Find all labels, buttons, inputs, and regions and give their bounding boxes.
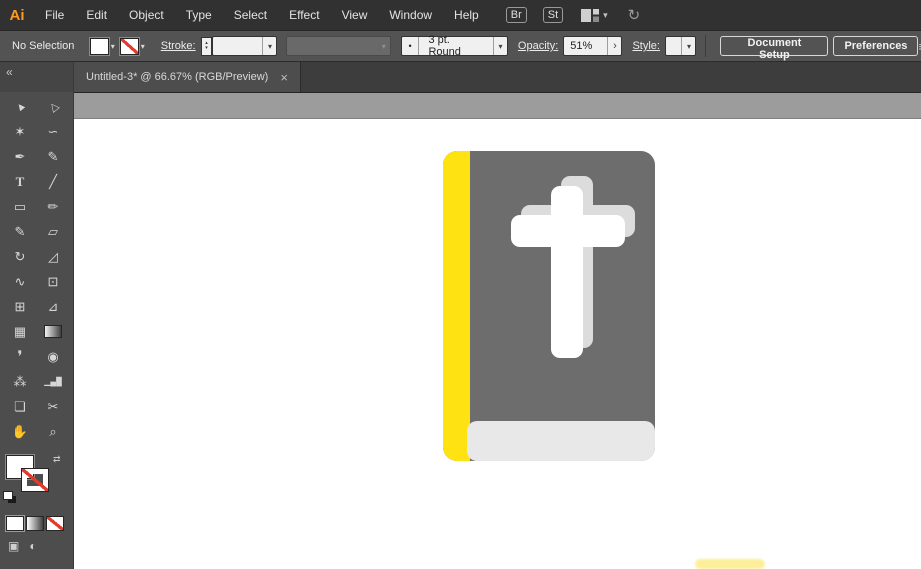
pen-tool[interactable]: ✒ [4, 144, 37, 169]
hand-tool[interactable]: ✋ [4, 419, 37, 444]
rotate-tool[interactable]: ↻ [4, 244, 37, 269]
separator [705, 35, 707, 57]
workspace-switcher[interactable]: ▾ [581, 8, 608, 22]
stroke-none-swatch-icon [120, 38, 138, 54]
brush-value: 3 pt. Round [428, 34, 461, 58]
screen-mode-button[interactable]: ◐ [29, 539, 36, 553]
default-fill-stroke-icon[interactable] [4, 492, 12, 499]
menu-bar: Ai File Edit Object Type Select Effect V… [0, 0, 921, 30]
fill-swatch-icon [90, 38, 108, 54]
paint-style-buttons [0, 517, 73, 530]
mesh-tool[interactable]: ▦ [4, 319, 37, 344]
gradient-tool[interactable] [37, 319, 70, 344]
selection-status: No Selection [12, 40, 75, 52]
menu-object[interactable]: Object [118, 0, 175, 30]
chevron-down-icon: ▾ [140, 41, 145, 51]
width-tool[interactable]: ∿ [4, 269, 37, 294]
line-segment-tool[interactable]: ╱ [37, 169, 70, 194]
document-setup-button[interactable]: Document Setup [720, 36, 829, 61]
menu-effect[interactable]: Effect [278, 0, 330, 30]
perspective-grid-tool[interactable]: ⊿ [37, 294, 70, 319]
cross-horizontal [511, 215, 625, 247]
bible-spine [443, 151, 470, 461]
partial-watermark [695, 559, 765, 569]
free-transform-tool[interactable]: ⊡ [37, 269, 70, 294]
bridge-button[interactable]: Br [505, 7, 527, 23]
paintbrush-tool[interactable]: ✏ [37, 194, 70, 219]
type-tool[interactable]: T [4, 169, 37, 194]
gradient-button[interactable] [27, 517, 43, 530]
style-panel-link[interactable]: Style: [632, 40, 660, 52]
chevron-down-icon: ▾ [381, 41, 386, 51]
stroke-weight-stepper[interactable]: ▴ ▾ [200, 36, 213, 56]
cc-sync-icon[interactable]: ↻ [628, 6, 641, 24]
opacity-panel-link[interactable]: Opacity: [518, 40, 558, 52]
none-button[interactable] [47, 517, 63, 530]
chevron-down-icon: ▾ [262, 37, 276, 55]
document-tab-title: Untitled-3* @ 66.67% (RGB/Preview) [86, 71, 269, 83]
close-tab-icon[interactable]: × [280, 70, 288, 85]
curvature-tool[interactable]: ✎ [37, 144, 70, 169]
zoom-tool[interactable]: ⌕ [37, 419, 70, 444]
color-button[interactable] [7, 517, 23, 530]
swap-fill-stroke-icon[interactable]: ⇄ [53, 454, 61, 465]
bible-artwork[interactable] [443, 151, 655, 461]
document-tab-bar: Untitled-3* @ 66.67% (RGB/Preview) × [74, 62, 921, 92]
cross-vertical [551, 186, 583, 358]
scale-tool[interactable]: ◿ [37, 244, 70, 269]
canvas-area[interactable] [74, 92, 921, 569]
stroke-panel-link[interactable]: Stroke: [161, 40, 196, 52]
opacity-combo[interactable]: 51% › [563, 36, 623, 56]
menu-view[interactable]: View [331, 0, 379, 30]
opacity-value: 51% [570, 40, 593, 52]
stroke-swatch[interactable] [22, 469, 48, 491]
shape-builder-tool[interactable]: ⊞ [4, 294, 37, 319]
brush-combo[interactable]: • 3 pt. Round ▾ [400, 34, 508, 58]
mode-buttons: ▣ ◐ [0, 539, 73, 553]
fill-color-picker[interactable]: ▾ [90, 38, 115, 54]
chevron-down-icon: ▾ [603, 9, 608, 20]
preferences-button[interactable]: Preferences [833, 36, 919, 56]
chevron-right-icon: › [607, 37, 621, 55]
column-graph-tool[interactable]: ▁▄█ [37, 369, 70, 394]
tools-panel-header: « [0, 62, 73, 92]
stepper-down-icon[interactable]: ▾ [205, 46, 208, 51]
app-logo[interactable]: Ai [0, 0, 34, 30]
rectangle-tool[interactable]: ▭ [4, 194, 37, 219]
blend-tool[interactable]: ◉ [37, 344, 70, 369]
style-combo[interactable]: ▾ [664, 36, 697, 56]
chevron-down-icon: ▾ [681, 37, 695, 55]
brush-definition-combo: ▾ [286, 36, 391, 56]
control-bar: No Selection ▾ ▾ Stroke: ▴ ▾ ▾ ▾ • 3 pt.… [0, 30, 921, 62]
menu-file[interactable]: File [34, 0, 75, 30]
menu-select[interactable]: Select [223, 0, 278, 30]
slice-tool[interactable]: ✂ [37, 394, 70, 419]
menu-edit[interactable]: Edit [75, 0, 118, 30]
document-tab[interactable]: Untitled-3* @ 66.67% (RGB/Preview) × [74, 62, 301, 92]
stroke-color-picker[interactable]: ▾ [120, 38, 145, 54]
symbol-sprayer-tool[interactable]: ⁂ [4, 369, 37, 394]
fill-stroke-controls: ⇄ [0, 454, 73, 508]
stock-button[interactable]: St [542, 7, 564, 23]
illustrator-window: Ai File Edit Object Type Select Effect V… [0, 0, 921, 569]
tools-panel: « ▲ △ ✶ ∽ ✒ ✎ T ╱ ▭ ✏ ✎ ▱ ↻ ◿ ∿ ⊡ ⊞ ⊿ ▦ ❜ ◉ ⁂ ▁▄█ ❏ ✂ ✋ ⌕ ⇄ ▣ ◐ [0, 62, 74, 569]
menu-window[interactable]: Window [378, 0, 443, 30]
menu-type[interactable]: Type [175, 0, 223, 30]
tool-grid: ▲ △ ✶ ∽ ✒ ✎ T ╱ ▭ ✏ ✎ ▱ ↻ ◿ ∿ ⊡ ⊞ ⊿ ▦ ❜ ◉ ⁂ ▁▄█ ❏ ✂ ✋ ⌕ [0, 92, 73, 444]
collapse-panel-button[interactable]: « [6, 65, 13, 79]
stroke-weight-combo[interactable]: ▾ [212, 36, 278, 56]
chevron-down-icon: ▾ [110, 41, 115, 51]
eyedropper-tool[interactable]: ❜ [4, 344, 37, 369]
drawing-mode-button[interactable]: ▣ [8, 539, 19, 553]
bible-cover [443, 151, 655, 461]
brush-preview-icon: • [402, 37, 420, 55]
artboard-tool[interactable]: ❏ [4, 394, 37, 419]
eraser-tool[interactable]: ▱ [37, 219, 70, 244]
bible-pages [467, 421, 655, 461]
menu-help[interactable]: Help [443, 0, 490, 30]
pencil-tool[interactable]: ✎ [4, 219, 37, 244]
workspace-icon [581, 8, 600, 22]
chevron-down-icon: ▾ [493, 37, 507, 55]
document-area: Untitled-3* @ 66.67% (RGB/Preview) × [74, 62, 921, 569]
